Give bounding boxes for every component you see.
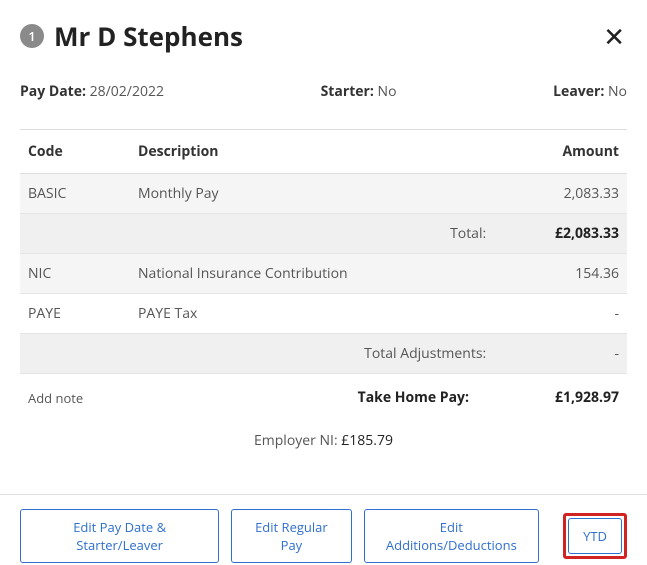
total-value: £2,083.33 <box>494 214 627 254</box>
pay-date: Pay Date: 28/02/2022 <box>20 82 164 101</box>
add-note-link[interactable]: Add note <box>28 389 143 407</box>
dialog-header: 1 Mr D Stephens ✕ <box>20 18 627 54</box>
adjustments-total-row: Total Adjustments: - <box>20 334 627 374</box>
adj-total-label: Total Adjustments: <box>130 334 494 374</box>
meta-row: Pay Date: 28/02/2022 Starter: No Leaver:… <box>20 82 627 101</box>
employee-number-badge: 1 <box>20 24 44 48</box>
starter: Starter: No <box>321 82 397 101</box>
total-row: Total: £2,083.33 <box>20 214 627 254</box>
total-label: Total: <box>130 214 494 254</box>
pay-table: Code Description Amount BASIC Monthly Pa… <box>20 129 627 374</box>
starter-label: Starter: <box>321 82 374 101</box>
table-row: PAYE PAYE Tax - <box>20 294 627 334</box>
col-code: Code <box>20 130 130 174</box>
employer-ni-label: Employer NI: <box>254 431 341 450</box>
edit-pay-date-button[interactable]: Edit Pay Date & Starter/Leaver <box>20 509 219 563</box>
cell-code: PAYE <box>20 294 130 334</box>
col-description: Description <box>130 130 494 174</box>
cell-desc: National Insurance Contribution <box>130 254 494 294</box>
close-icon[interactable]: ✕ <box>601 21 627 51</box>
employer-ni: Employer NI: £185.79 <box>20 417 627 474</box>
table-header-row: Code Description Amount <box>20 130 627 174</box>
edit-regular-pay-button[interactable]: Edit Regular Pay <box>231 509 351 563</box>
starter-value: No <box>378 82 397 101</box>
cell-amount: 154.36 <box>494 254 627 294</box>
cell-amount: - <box>494 294 627 334</box>
cell-code: NIC <box>20 254 130 294</box>
dialog-footer: Edit Pay Date & Starter/Leaver Edit Regu… <box>0 494 647 563</box>
ytd-highlight: YTD <box>563 513 627 559</box>
payslip-dialog: 1 Mr D Stephens ✕ Pay Date: 28/02/2022 S… <box>0 0 647 494</box>
cell-desc: Monthly Pay <box>130 174 494 214</box>
take-home-label: Take Home Pay: <box>143 388 529 407</box>
cell-desc: PAYE Tax <box>130 294 494 334</box>
ytd-button[interactable]: YTD <box>568 518 622 554</box>
employer-ni-value: £185.79 <box>341 431 393 450</box>
cell-code: BASIC <box>20 174 130 214</box>
leaver-value: No <box>608 82 627 101</box>
title-wrap: 1 Mr D Stephens <box>20 18 243 54</box>
employee-name-title: Mr D Stephens <box>54 18 243 54</box>
pay-date-label: Pay Date: <box>20 82 86 101</box>
table-row: NIC National Insurance Contribution 154.… <box>20 254 627 294</box>
leaver: Leaver: No <box>553 82 627 101</box>
pay-date-value: 28/02/2022 <box>90 82 164 101</box>
table-row: BASIC Monthly Pay 2,083.33 <box>20 174 627 214</box>
cell-amount: 2,083.33 <box>494 174 627 214</box>
take-home-value: £1,928.97 <box>529 388 619 407</box>
edit-additions-deductions-button[interactable]: Edit Additions/Deductions <box>364 509 540 563</box>
leaver-label: Leaver: <box>553 82 604 101</box>
adj-total-value: - <box>494 334 627 374</box>
col-amount: Amount <box>494 130 627 174</box>
take-home-row: Add note Take Home Pay: £1,928.97 <box>20 374 627 417</box>
